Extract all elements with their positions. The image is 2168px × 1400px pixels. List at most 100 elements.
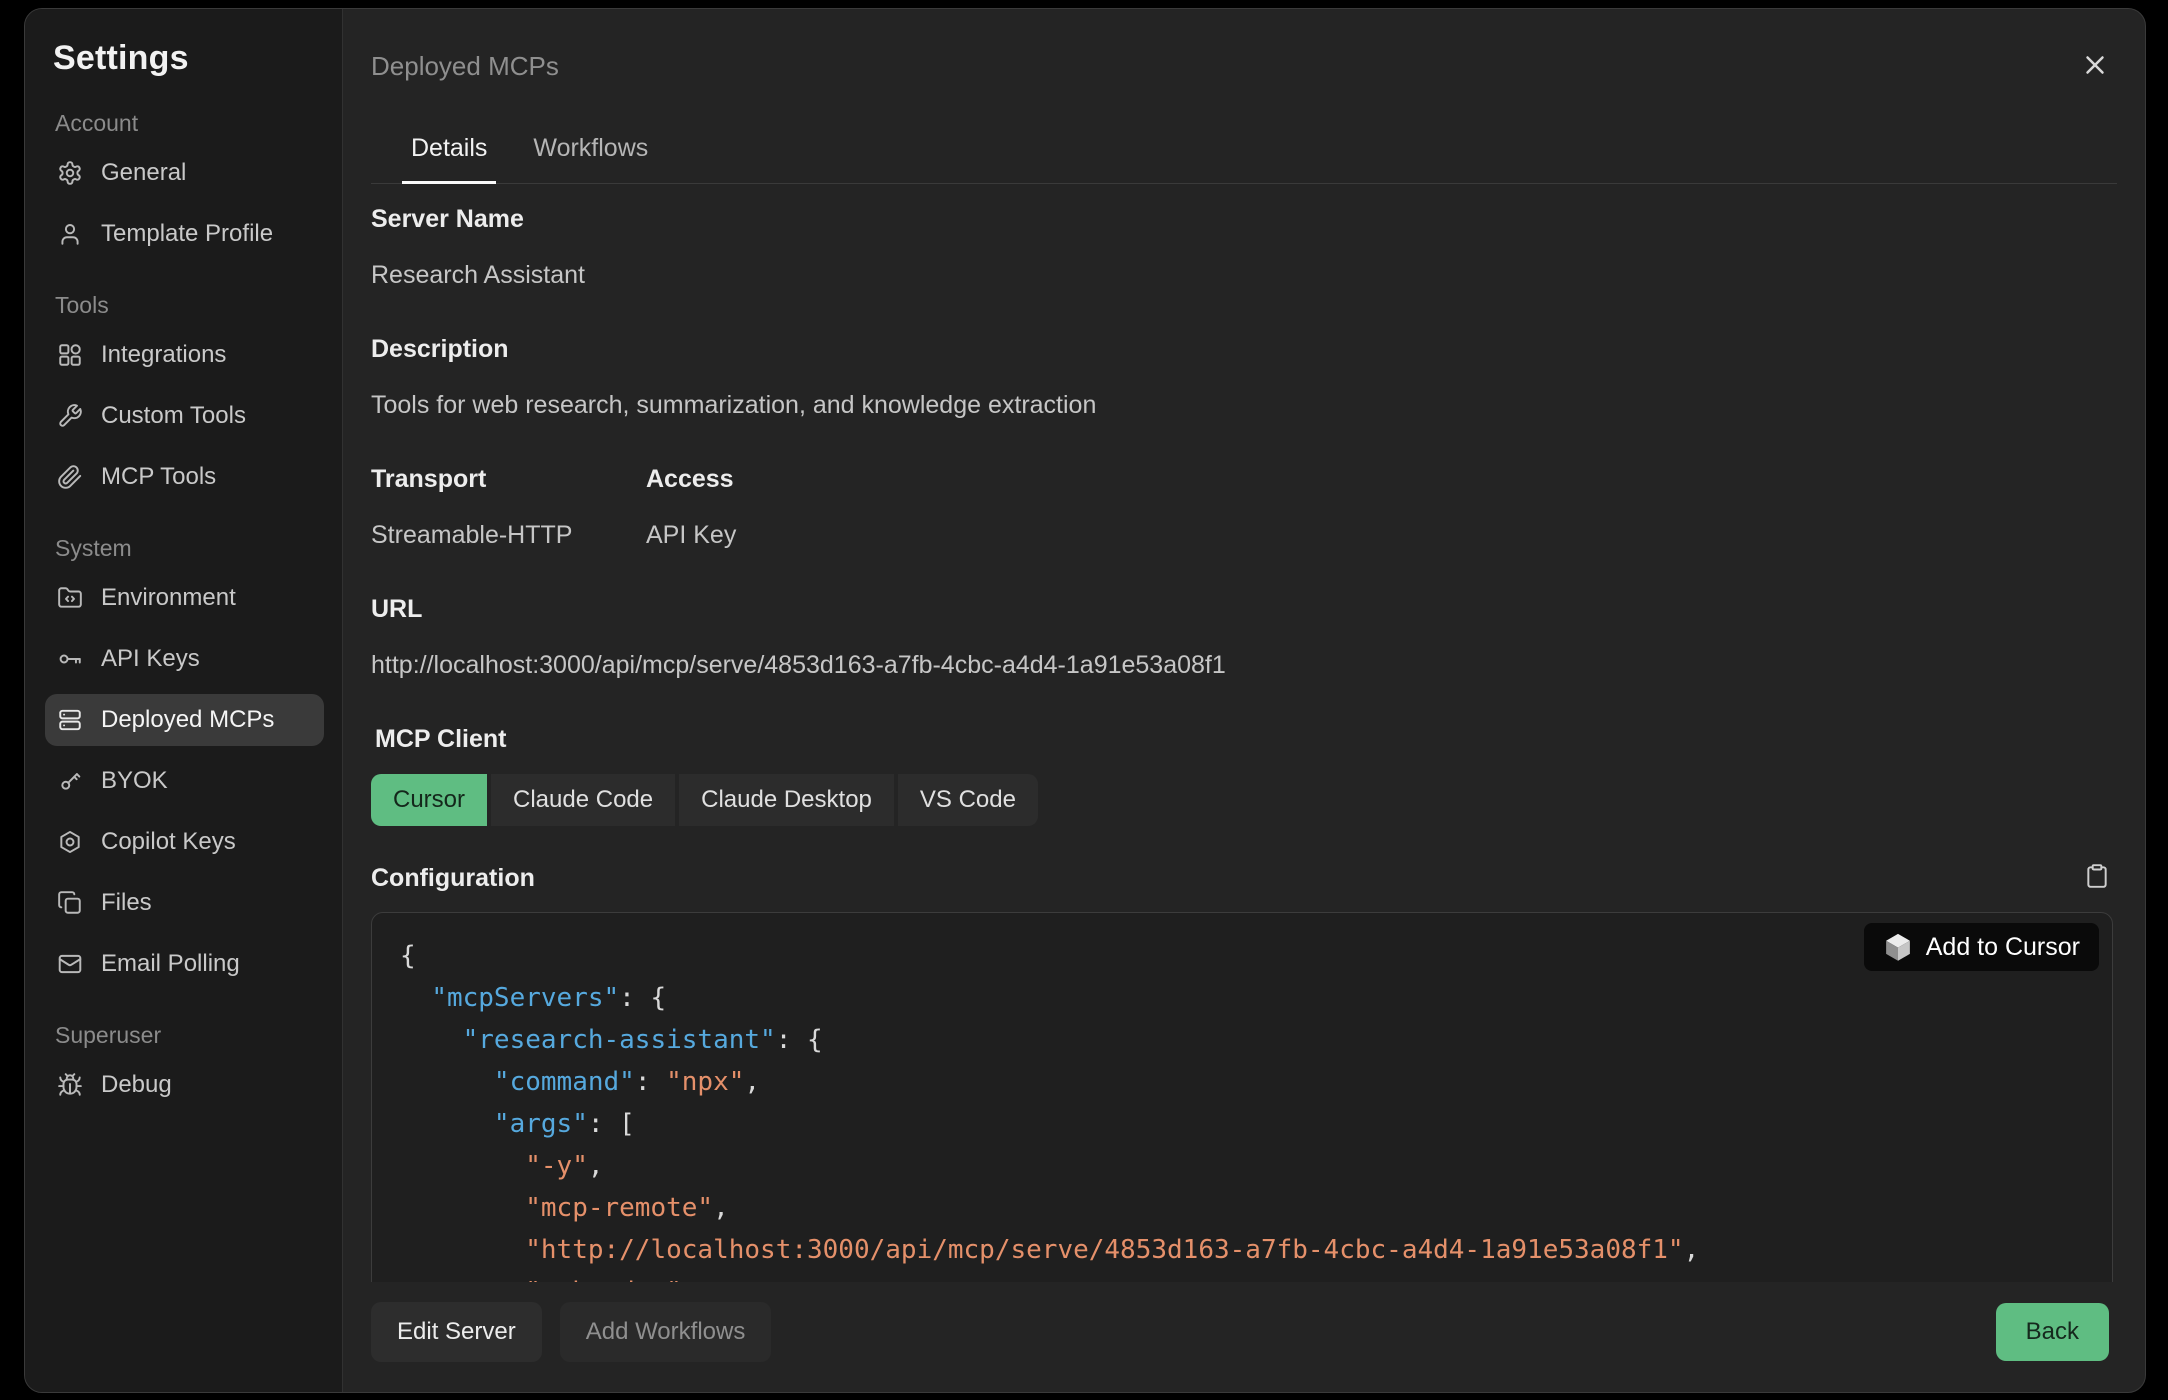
sidebar-item-label: BYOK [101, 767, 168, 795]
sidebar-item-label: Email Polling [101, 950, 240, 978]
sidebar-item-mcp-tools[interactable]: MCP Tools [45, 451, 324, 503]
mcp-client-field: MCP Client [375, 724, 2113, 754]
server-name-field: Server Name Research Assistant [371, 204, 2113, 290]
mail-icon [57, 951, 83, 977]
sidebar-item-label: MCP Tools [101, 463, 216, 491]
client-button-vs-code[interactable]: VS Code [898, 774, 1038, 826]
sidebar-item-label: Files [101, 889, 152, 917]
access-label: Access [646, 464, 736, 494]
sidebar: Settings Account General Template Profile T… [25, 9, 343, 1392]
description-label: Description [371, 334, 2113, 364]
cursor-cube-icon [1883, 932, 1913, 962]
key-icon [57, 646, 83, 672]
sidebar-title: Settings [53, 39, 324, 78]
user-icon [57, 221, 83, 247]
paperclip-icon [57, 464, 83, 490]
transport-value: Streamable-HTTP [371, 520, 646, 550]
transport-label: Transport [371, 464, 646, 494]
client-button-claude-code[interactable]: Claude Code [491, 774, 675, 826]
sidebar-section-label-superuser: Superuser [55, 1022, 324, 1049]
sidebar-item-label: General [101, 159, 186, 187]
page-title: Deployed MCPs [371, 49, 2109, 83]
sidebar-item-copilot-keys[interactable]: Copilot Keys [45, 816, 324, 868]
code-line: "-y", [400, 1145, 2084, 1187]
tab-details[interactable]: Details [411, 133, 487, 183]
sidebar-item-label: Template Profile [101, 220, 273, 248]
sidebar-section-label-account: Account [55, 110, 324, 137]
configuration-header-row: Configuration [371, 862, 2113, 894]
sidebar-item-integrations[interactable]: Integrations [45, 329, 324, 381]
access-field: Access API Key [646, 464, 736, 550]
gear-icon [57, 160, 83, 186]
code-line: "mcpServers": { [400, 977, 2084, 1019]
configuration-code-block: { "mcpServers": { "research-assistant": … [371, 912, 2113, 1282]
close-icon [2080, 50, 2110, 85]
back-button[interactable]: Back [1996, 1303, 2109, 1361]
main-header: Deployed MCPs [343, 9, 2145, 83]
access-value: API Key [646, 520, 736, 550]
sidebar-item-custom-tools[interactable]: Custom Tools [45, 390, 324, 442]
settings-dialog: Settings Account General Template Profile T… [24, 8, 2146, 1393]
edit-server-button[interactable]: Edit Server [371, 1302, 542, 1362]
code-content: { "mcpServers": { "research-assistant": … [400, 935, 2084, 1282]
folder-code-icon [57, 585, 83, 611]
mcp-client-label: MCP Client [375, 724, 2113, 754]
code-line: { [400, 935, 2084, 977]
sidebar-item-debug[interactable]: Debug [45, 1059, 324, 1111]
sidebar-item-general[interactable]: General [45, 147, 324, 199]
transport-field: Transport Streamable-HTTP [371, 464, 646, 550]
sidebar-item-api-keys[interactable]: API Keys [45, 633, 324, 685]
description-value: Tools for web research, summarization, a… [371, 390, 2113, 420]
mcp-client-group: CursorClaude CodeClaude DesktopVS Code [371, 774, 2113, 826]
code-line: "research-assistant": { [400, 1019, 2084, 1061]
transport-access-row: Transport Streamable-HTTP Access API Key [371, 464, 2113, 550]
sidebar-item-label: Deployed MCPs [101, 706, 274, 734]
files-icon [57, 890, 83, 916]
client-button-cursor[interactable]: Cursor [371, 774, 487, 826]
sidebar-item-label: Debug [101, 1071, 172, 1099]
sidebar-item-files[interactable]: Files [45, 877, 324, 929]
server-name-label: Server Name [371, 204, 2113, 234]
key-tilted-icon [57, 768, 83, 794]
sidebar-item-label: Custom Tools [101, 402, 246, 430]
sidebar-item-label: API Keys [101, 645, 200, 673]
code-line: "http://localhost:3000/api/mcp/serve/485… [400, 1229, 2084, 1271]
sidebar-section-label-tools: Tools [55, 292, 324, 319]
copy-config-button[interactable] [2081, 862, 2113, 894]
sidebar-item-template-profile[interactable]: Template Profile [45, 208, 324, 260]
bug-icon [57, 1072, 83, 1098]
server-name-value: Research Assistant [371, 260, 2113, 290]
code-line: "args": [ [400, 1103, 2084, 1145]
url-value: http://localhost:3000/api/mcp/serve/4853… [371, 650, 2113, 680]
sidebar-item-label: Integrations [101, 341, 226, 369]
configuration-label: Configuration [371, 863, 535, 893]
main-panel: Deployed MCPs Details Workflows Server Na… [343, 9, 2145, 1392]
code-line: "--header" [400, 1271, 2084, 1282]
sidebar-item-deployed-mcps[interactable]: Deployed MCPs [45, 694, 324, 746]
sidebar-section-label-system: System [55, 535, 324, 562]
code-line: "command": "npx", [400, 1061, 2084, 1103]
client-button-claude-desktop[interactable]: Claude Desktop [679, 774, 894, 826]
url-label: URL [371, 594, 2113, 624]
add-to-cursor-button[interactable]: Add to Cursor [1864, 923, 2099, 971]
tab-workflows[interactable]: Workflows [533, 133, 648, 183]
url-field: URL http://localhost:3000/api/mcp/serve/… [371, 594, 2113, 680]
blocks-icon [57, 342, 83, 368]
server-icon [57, 707, 83, 733]
add-workflows-button[interactable]: Add Workflows [560, 1302, 772, 1362]
wrench-icon [57, 403, 83, 429]
clipboard-icon [2084, 863, 2110, 894]
tab-bar: Details Workflows [371, 133, 2117, 184]
hexagon-icon [57, 829, 83, 855]
close-button[interactable] [2073, 45, 2117, 89]
sidebar-item-byok[interactable]: BYOK [45, 755, 324, 807]
code-line: "mcp-remote", [400, 1187, 2084, 1229]
details-content: Server Name Research Assistant Descripti… [343, 184, 2145, 1282]
sidebar-nav: Account General Template Profile Tools Integ… [45, 110, 324, 1111]
add-to-cursor-label: Add to Cursor [1926, 926, 2080, 968]
sidebar-item-email-polling[interactable]: Email Polling [45, 938, 324, 990]
description-field: Description Tools for web research, summ… [371, 334, 2113, 420]
sidebar-item-label: Copilot Keys [101, 828, 236, 856]
footer: Edit Server Add Workflows Back [343, 1282, 2145, 1392]
sidebar-item-environment[interactable]: Environment [45, 572, 324, 624]
